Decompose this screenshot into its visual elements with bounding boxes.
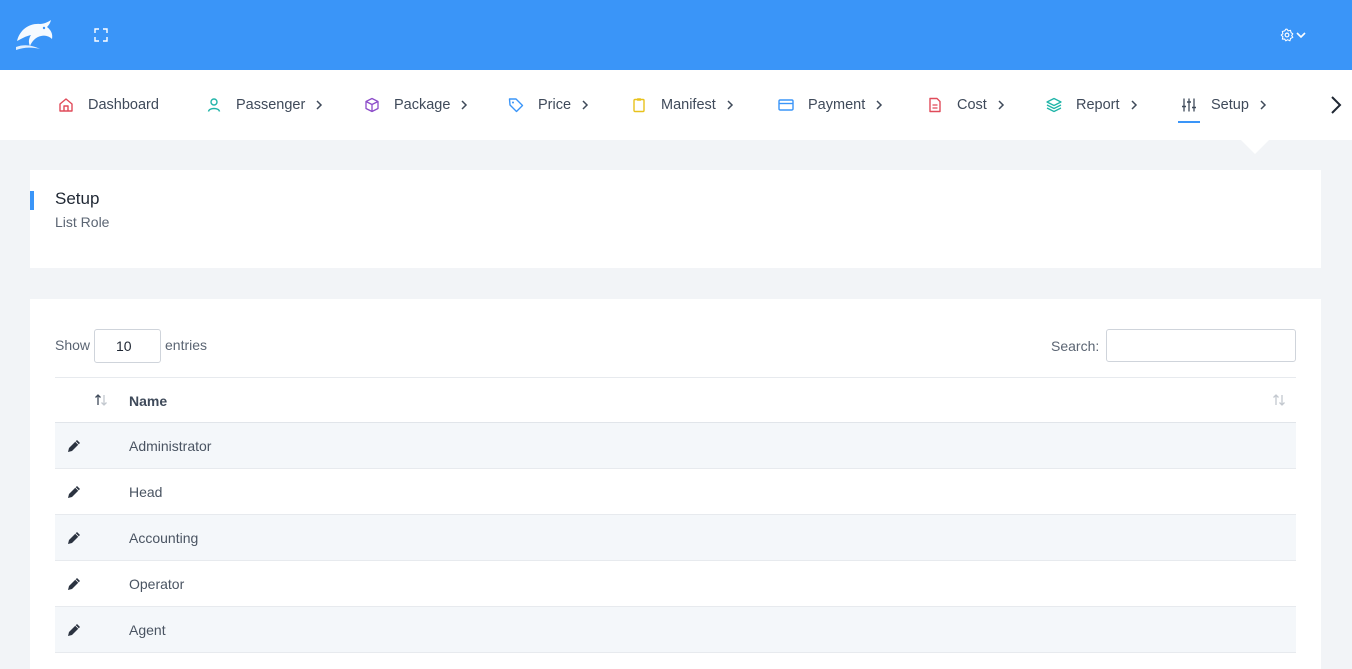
page-length-select[interactable]: 10 <box>94 329 161 363</box>
home-icon <box>59 98 73 112</box>
pencil-icon[interactable] <box>66 484 82 500</box>
nav-label: Price <box>538 97 572 113</box>
document-icon <box>929 97 941 113</box>
nav-label: Dashboard <box>88 97 159 113</box>
nav-item-price[interactable]: Price <box>508 70 589 140</box>
chevron-down-icon <box>1296 32 1306 39</box>
settings-dropdown[interactable] <box>1280 26 1312 44</box>
active-nav-indicator <box>1178 121 1200 123</box>
nav-label: Manifest <box>661 97 716 113</box>
sliders-icon <box>1182 98 1196 112</box>
role-table: Name Administrator Head Accounting Opera… <box>55 377 1296 653</box>
nav-item-cost[interactable]: Cost <box>927 70 1005 140</box>
nav-label: Payment <box>808 97 866 113</box>
chevron-right-icon <box>1260 100 1266 110</box>
search-label: Search: <box>1051 338 1100 354</box>
role-name: Operator <box>129 576 185 592</box>
sort-icon[interactable] <box>93 392 109 408</box>
dolphin-logo-icon[interactable] <box>14 17 56 53</box>
box-icon <box>365 97 379 113</box>
nav-label: Package <box>394 97 451 113</box>
table-row: Agent <box>55 607 1296 653</box>
nav-caret <box>1241 140 1269 154</box>
role-name: Agent <box>129 622 166 638</box>
chevron-right-icon <box>727 100 733 110</box>
chevron-right-icon <box>582 100 589 110</box>
pencil-icon[interactable] <box>66 438 82 454</box>
nav-item-passenger[interactable]: Passenger <box>206 70 323 140</box>
gear-icon <box>1280 28 1294 42</box>
table-row: Administrator <box>55 423 1296 469</box>
nav-scroll-right-icon[interactable] <box>1326 94 1346 116</box>
layers-icon <box>1046 97 1062 113</box>
table-row: Accounting <box>55 515 1296 561</box>
nav-label: Cost <box>957 97 987 113</box>
fullscreen-icon[interactable] <box>93 27 109 43</box>
entries-label: entries <box>165 337 208 353</box>
role-name: Administrator <box>129 438 212 454</box>
sort-icon[interactable] <box>1271 392 1287 408</box>
nav-item-dashboard[interactable]: Dashboard <box>58 70 159 140</box>
pencil-icon[interactable] <box>66 622 82 638</box>
nav-item-setup[interactable]: Setup <box>1181 70 1267 140</box>
table-row: Head <box>55 469 1296 515</box>
page-header-card: Setup List Role <box>30 170 1321 268</box>
search-input[interactable] <box>1106 329 1296 362</box>
nav-item-package[interactable]: Package <box>364 70 468 140</box>
user-icon <box>207 98 221 112</box>
chevron-right-icon <box>461 100 468 110</box>
chevron-right-icon <box>1131 100 1137 110</box>
nav-item-manifest[interactable]: Manifest <box>631 70 734 140</box>
main-nav: Dashboard Passenger Package Price Manife… <box>0 70 1352 140</box>
nav-label: Passenger <box>236 97 306 113</box>
role-table-card: Show 10 entries Search: Name Administrat… <box>30 299 1321 669</box>
tag-icon <box>508 98 524 113</box>
chevron-right-icon <box>998 100 1004 110</box>
nav-item-report[interactable]: Report <box>1046 70 1138 140</box>
top-bar <box>0 0 1352 70</box>
page-title: Setup <box>55 189 100 208</box>
nav-label: Report <box>1076 97 1120 113</box>
nav-item-payment[interactable]: Payment <box>778 70 883 140</box>
show-label: Show <box>55 337 91 353</box>
table-header: Name <box>55 377 1296 423</box>
page-subtitle: List Role <box>55 214 110 230</box>
chevron-right-icon <box>876 100 883 110</box>
chevron-right-icon <box>316 100 323 110</box>
table-row: Operator <box>55 561 1296 607</box>
pencil-icon[interactable] <box>66 576 82 592</box>
column-header-name[interactable]: Name <box>129 393 167 409</box>
credit-card-icon <box>778 99 794 111</box>
title-accent-bar <box>30 191 34 210</box>
pencil-icon[interactable] <box>66 530 82 546</box>
role-name: Accounting <box>129 530 199 546</box>
role-name: Head <box>129 484 163 500</box>
clipboard-icon <box>633 98 645 113</box>
nav-label: Setup <box>1211 97 1249 113</box>
